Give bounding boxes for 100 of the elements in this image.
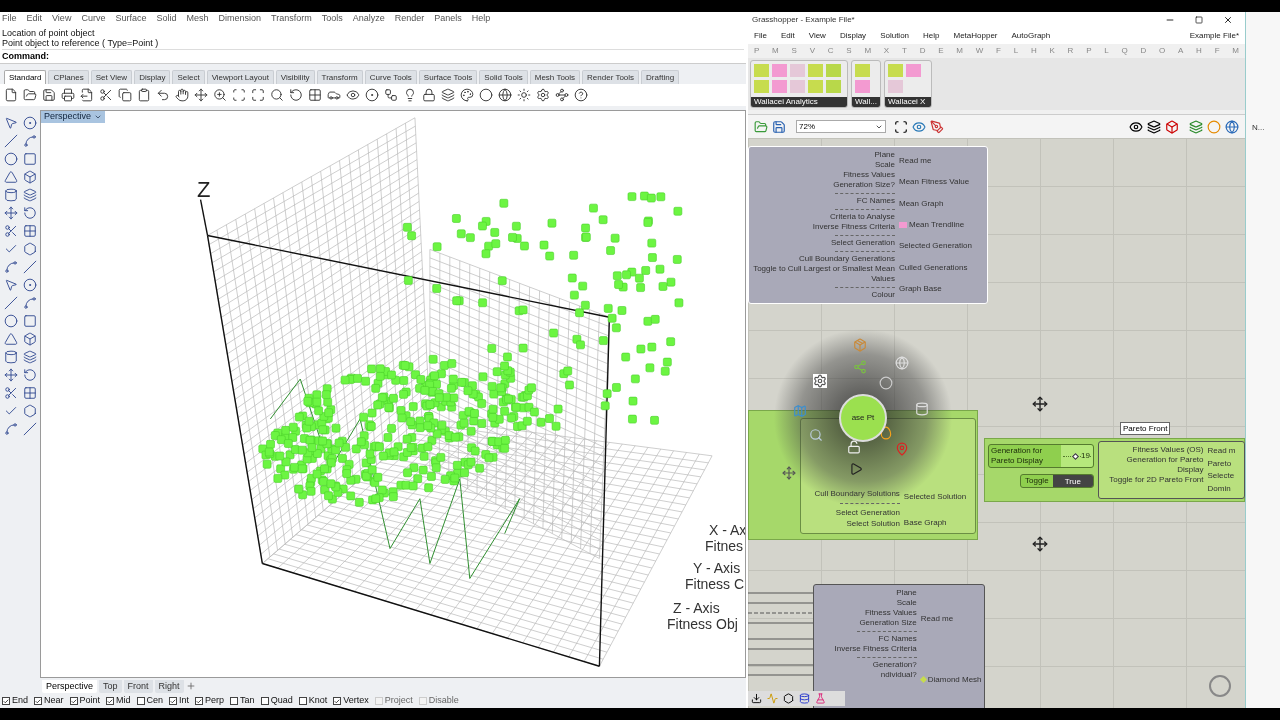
menu-item[interactable]: Surface: [115, 12, 147, 26]
navigation-arrows-icon[interactable]: [1032, 396, 1048, 412]
rotate-icon[interactable]: [289, 88, 303, 102]
menu-item[interactable]: Help: [471, 12, 491, 26]
sphere-icon[interactable]: [479, 88, 493, 102]
line-icon[interactable]: [22, 422, 37, 436]
toolbar-tab[interactable]: Transform: [316, 70, 363, 84]
line-icon[interactable]: [3, 134, 18, 148]
output-parameter[interactable]: Diamond Mesh: [927, 674, 982, 685]
toolbar-tab[interactable]: Display: [134, 70, 171, 84]
menu-item[interactable]: Edit: [780, 30, 795, 42]
input-parameter[interactable]: Inverse Fitness Criteria: [812, 222, 895, 232]
cylinder-icon[interactable]: [915, 402, 929, 416]
scissors-icon[interactable]: [3, 386, 18, 400]
menu-item[interactable]: Edit: [26, 12, 43, 26]
point-icon[interactable]: [22, 116, 37, 130]
osnap-checkbox[interactable]: Perp: [195, 694, 225, 708]
menu-item[interactable]: Solid: [156, 12, 177, 26]
workflow-icon[interactable]: [384, 88, 398, 102]
input-parameter[interactable]: Fitness Values (OS): [1132, 445, 1204, 455]
output-parameter[interactable]: Pareto: [1207, 458, 1232, 469]
output-parameter[interactable]: Mean Trendline: [909, 219, 965, 230]
menu-item[interactable]: Dimension: [218, 12, 261, 26]
viewport-tab[interactable]: Top: [99, 679, 122, 693]
menu-item[interactable]: Panels: [434, 12, 462, 26]
input-parameter[interactable]: Cull Boundary Generations: [798, 254, 895, 264]
clipboard-icon[interactable]: [137, 88, 151, 102]
waypoints-icon[interactable]: [555, 88, 569, 102]
viewport-grid-icon[interactable]: [308, 88, 322, 102]
printer-icon[interactable]: [61, 88, 75, 102]
menu-item[interactable]: Mesh: [186, 12, 209, 26]
output-parameter[interactable]: Selected Generation: [899, 241, 972, 252]
input-parameter[interactable]: Toggle for 2D Pareto Front: [1109, 475, 1204, 485]
line-icon[interactable]: [3, 296, 18, 310]
hand-icon[interactable]: [175, 88, 189, 102]
lock-icon[interactable]: [422, 88, 436, 102]
input-parameter[interactable]: Generation for Pareto Display: [1099, 455, 1204, 475]
rotate-icon[interactable]: [22, 368, 37, 382]
folder-icon[interactable]: [23, 88, 37, 102]
settings-icon[interactable]: [536, 88, 550, 102]
toolbar-tab[interactable]: Mesh Tools: [529, 70, 581, 84]
zoom-window-icon[interactable]: [232, 88, 246, 102]
scissors-icon[interactable]: [99, 88, 113, 102]
menu-item[interactable]: View: [808, 30, 826, 42]
zoom-extents-icon[interactable]: [894, 119, 908, 134]
input-parameter[interactable]: FC Names: [856, 196, 895, 206]
output-parameter[interactable]: Mean Graph: [899, 198, 944, 209]
circle-icon[interactable]: [3, 152, 18, 166]
slider-thumb[interactable]: [1072, 452, 1080, 461]
lightbulb-icon[interactable]: [403, 88, 417, 102]
pointer-icon[interactable]: [3, 116, 18, 130]
toolbar-tab[interactable]: Curve Tools: [364, 70, 417, 84]
globe-icon[interactable]: [498, 88, 512, 102]
eye-icon[interactable]: [346, 88, 360, 102]
rectangle-icon[interactable]: [22, 314, 37, 328]
check-icon[interactable]: [3, 242, 18, 256]
output-parameter[interactable]: Graph Base: [899, 284, 942, 295]
preview-icon[interactable]: [1129, 119, 1143, 134]
box-icon[interactable]: [22, 170, 37, 184]
output-parameter[interactable]: Culled Generations: [899, 262, 968, 273]
input-parameter[interactable]: Generation Size?: [833, 180, 895, 190]
gear-icon[interactable]: [813, 374, 827, 388]
layers-icon[interactable]: [441, 88, 455, 102]
output-parameter[interactable]: Read me: [899, 155, 932, 166]
menu-item[interactable]: File: [2, 12, 17, 26]
move-icon[interactable]: [194, 88, 208, 102]
menu-item[interactable]: View: [52, 12, 72, 26]
open-file-icon[interactable]: [754, 119, 768, 134]
triangle-icon[interactable]: [3, 170, 18, 184]
command-prompt[interactable]: Command:: [2, 50, 49, 62]
osnap-checkbox[interactable]: End: [2, 694, 28, 708]
output-parameter[interactable]: Selected Solution: [903, 491, 975, 503]
flask-icon[interactable]: [815, 693, 826, 704]
input-parameter[interactable]: FC Names: [878, 634, 917, 644]
search-icon[interactable]: [270, 88, 284, 102]
undo-icon[interactable]: [156, 88, 170, 102]
viewport-tab[interactable]: Right: [154, 679, 184, 693]
panel-tab[interactable]: N...: [1246, 122, 1280, 134]
input-parameter[interactable]: Select Generation: [835, 507, 900, 518]
input-parameter[interactable]: ndividual?: [880, 670, 917, 680]
export-icon[interactable]: [80, 88, 94, 102]
toolbar-tab[interactable]: Solid Tools: [479, 70, 528, 84]
menu-item[interactable]: Solution: [880, 30, 910, 42]
help-icon[interactable]: [574, 88, 588, 102]
osnap-checkbox[interactable]: Quad: [260, 694, 293, 708]
save-icon[interactable]: [42, 88, 56, 102]
toolbar-tab[interactable]: Surface Tools: [418, 70, 478, 84]
zoom-extents-icon[interactable]: [251, 88, 265, 102]
nodes-icon[interactable]: [853, 360, 867, 374]
boolean-toggle[interactable]: Toggle True: [1020, 474, 1094, 488]
viewport-title-tab[interactable]: Perspective: [41, 111, 106, 123]
move-icon[interactable]: [3, 368, 18, 382]
save-icon[interactable]: [772, 119, 786, 134]
line-icon[interactable]: [22, 260, 37, 274]
input-parameter[interactable]: Fitness Values: [843, 170, 895, 180]
add-viewport-icon[interactable]: [185, 681, 196, 691]
radial-center-button[interactable]: ase Pt: [839, 394, 887, 442]
input-parameter[interactable]: Scale: [896, 598, 917, 608]
input-parameter[interactable]: Plane: [874, 150, 895, 160]
menu-item[interactable]: AutoGraph: [1011, 30, 1051, 42]
